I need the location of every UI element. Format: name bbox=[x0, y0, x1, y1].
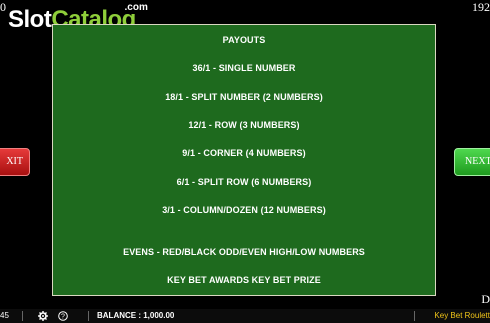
logo-word-slot: Slot bbox=[8, 6, 52, 33]
top-left-counter: 0 bbox=[0, 0, 6, 14]
payout-line: 9/1 - CORNER (4 NUMBERS) bbox=[182, 148, 306, 158]
payout-line: KEY BET AWARDS KEY BET PRIZE bbox=[167, 275, 321, 285]
divider bbox=[414, 311, 415, 321]
exit-button[interactable]: XIT bbox=[0, 148, 30, 176]
svg-text:?: ? bbox=[61, 314, 65, 321]
help-icon[interactable]: ? bbox=[58, 311, 68, 321]
logo-suffix: .com bbox=[124, 2, 148, 13]
divider bbox=[22, 311, 23, 321]
payout-line: 36/1 - SINGLE NUMBER bbox=[192, 63, 296, 73]
payout-line: 18/1 - SPLIT NUMBER (2 NUMBERS) bbox=[165, 92, 323, 102]
bottom-right-glyph: D bbox=[481, 292, 490, 306]
balance-display: BALANCE : 1,000.00 bbox=[97, 311, 175, 320]
gear-icon[interactable] bbox=[38, 311, 48, 321]
payouts-title: PAYOUTS bbox=[222, 35, 266, 45]
payouts-panel: PAYOUTS 36/1 - SINGLE NUMBER 18/1 - SPLI… bbox=[52, 24, 436, 296]
next-button[interactable]: NEXT bbox=[454, 148, 490, 176]
divider bbox=[88, 311, 89, 321]
bottom-status-bar: 45 ? BALANCE : 1,000.00 Key Bet Roulett bbox=[0, 309, 490, 323]
top-right-counter: 192 bbox=[472, 0, 490, 14]
game-name: Key Bet Roulett bbox=[434, 311, 490, 320]
payout-line: EVENS - RED/BLACK ODD/EVEN HIGH/LOW NUMB… bbox=[123, 247, 365, 257]
payout-line: 12/1 - ROW (3 NUMBERS) bbox=[188, 120, 300, 130]
payout-line: 6/1 - SPLIT ROW (6 NUMBERS) bbox=[176, 177, 312, 187]
bet-value: 45 bbox=[0, 311, 9, 320]
payout-line: 3/1 - COLUMN/DOZEN (12 NUMBERS) bbox=[162, 205, 326, 215]
